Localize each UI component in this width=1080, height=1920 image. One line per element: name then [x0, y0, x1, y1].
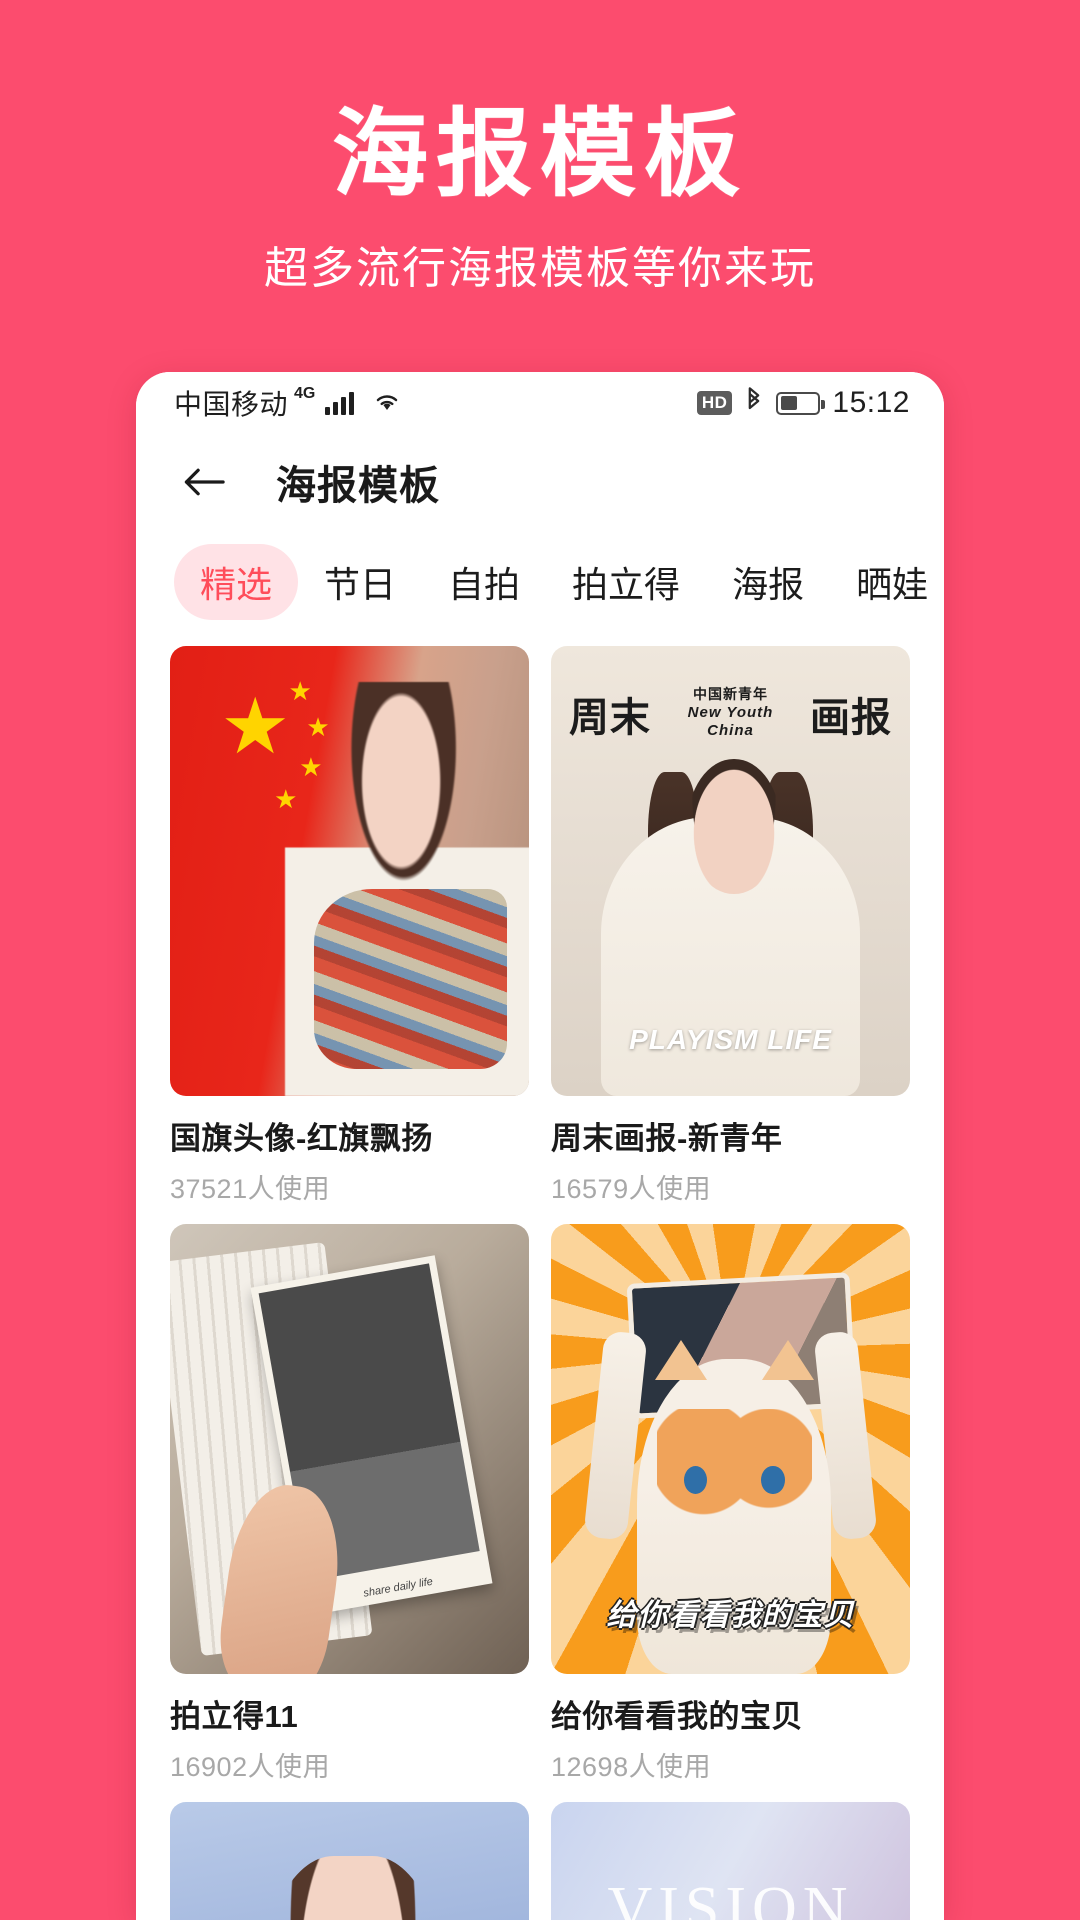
wifi-icon — [372, 389, 402, 418]
template-card[interactable]: VISION — [551, 1802, 910, 1920]
template-title: 拍立得11 — [170, 1699, 299, 1734]
template-card[interactable]: ★ ★ ★ ★ ★ 国旗头像-红旗飘扬 37521人使用 — [170, 646, 529, 1206]
template-card[interactable]: 给你看看我的宝贝 给你看看我的宝贝 12698人使用 — [551, 1224, 910, 1784]
template-card[interactable]: share daily life 拍立得11 16902人使用 — [170, 1224, 529, 1784]
vision-overlay-label: VISION — [607, 1875, 854, 1920]
tab-jingxuan[interactable]: 精选 — [174, 544, 299, 620]
tab-zipai[interactable]: 自拍 — [422, 544, 546, 620]
template-card[interactable] — [170, 1802, 529, 1920]
template-uses-count: 37521人使用 — [170, 1174, 331, 1204]
signal-bars-icon — [325, 391, 355, 415]
magazine-footer-text: PLAYISM LIFE — [629, 1023, 832, 1055]
app-bar: 海报模板 — [136, 434, 944, 530]
template-uses-count: 12698人使用 — [551, 1752, 712, 1782]
template-uses-count: 16902人使用 — [170, 1752, 331, 1782]
tab-haibao[interactable]: 海报 — [706, 544, 830, 620]
carrier-label: 中国移动 — [174, 389, 289, 420]
cat-overlay-label: 给你看看我的宝贝 — [606, 1598, 855, 1632]
template-thumb-my-baby-cat[interactable]: 给你看看我的宝贝 — [551, 1224, 910, 1674]
bluetooth-icon — [744, 386, 764, 420]
template-thumb-vision-partial[interactable]: VISION — [551, 1802, 910, 1920]
phone-mockup: 中国移动 4G HD 15:12 海报模板 精选 节日 自拍 拍立得 海报 晒娃… — [136, 372, 944, 1920]
promo-title: 海报模板 — [332, 101, 748, 208]
polaroid-caption-1: share — [362, 1583, 392, 1600]
tab-jieri[interactable]: 节日 — [298, 544, 422, 620]
hd-icon: HD — [696, 391, 733, 415]
page-title: 海报模板 — [276, 464, 440, 508]
status-bar-right: HD 15:12 — [696, 386, 910, 420]
template-uses-count: 16579人使用 — [551, 1174, 712, 1204]
magazine-center-text: 中国新青年 New Youth China — [687, 686, 774, 740]
battery-icon — [776, 391, 826, 415]
template-title: 周末画报-新青年 — [551, 1121, 783, 1156]
network-type-label: 4G — [294, 385, 316, 402]
template-grid: ★ ★ ★ ★ ★ 国旗头像-红旗飘扬 37521人使用 周末 中国新青年 Ne… — [136, 638, 944, 1920]
category-tab-bar[interactable]: 精选 节日 自拍 拍立得 海报 晒娃 — [136, 530, 944, 638]
polaroid-caption-2: daily life — [392, 1575, 434, 1595]
tab-palide[interactable]: 拍立得 — [546, 544, 706, 620]
template-card[interactable]: 周末 中国新青年 New Youth China 画报 PLAYISM LIFE… — [551, 646, 910, 1206]
template-title: 给你看看我的宝贝 — [551, 1699, 803, 1734]
status-bar: 中国移动 4G HD 15:12 — [136, 372, 944, 434]
promo-subtitle: 超多流行海报模板等你来玩 — [264, 243, 816, 293]
template-thumb-polaroid[interactable]: share daily life — [170, 1224, 529, 1674]
back-arrow-icon[interactable] — [176, 454, 232, 510]
template-thumb-flag-avatar[interactable]: ★ ★ ★ ★ ★ — [170, 646, 529, 1096]
magazine-right-text: 画报 — [810, 695, 893, 740]
status-bar-clock: 15:12 — [832, 386, 910, 419]
template-title: 国旗头像-红旗飘扬 — [170, 1121, 433, 1156]
status-bar-left: 中国移动 4G — [174, 383, 402, 423]
promo-banner: 海报模板 超多流行海报模板等你来玩 — [0, 0, 1080, 380]
template-thumb-weekend-magazine[interactable]: 周末 中国新青年 New Youth China 画报 PLAYISM LIFE — [551, 646, 910, 1096]
magazine-left-text: 周末 — [568, 695, 651, 740]
template-thumb-portrait-partial[interactable] — [170, 1802, 529, 1920]
tab-shaiwa[interactable]: 晒娃 — [830, 544, 944, 620]
